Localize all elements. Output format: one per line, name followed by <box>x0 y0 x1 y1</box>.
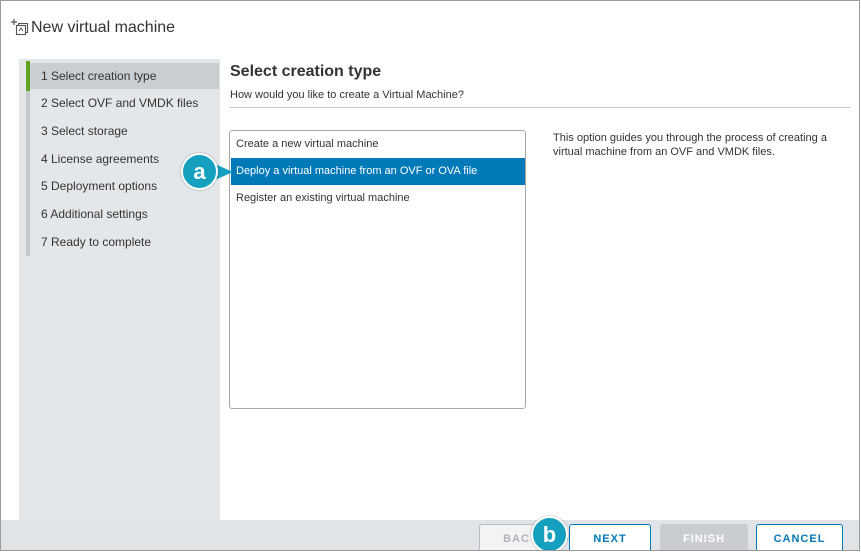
callout-a-pointer <box>215 164 233 180</box>
new-vm-icon <box>10 17 30 37</box>
page-subtitle: How would you like to create a Virtual M… <box>230 89 464 101</box>
new-vm-dialog: New virtual machine 1 Select creation ty… <box>0 0 860 551</box>
wizard-step-select-creation-type[interactable]: 1 Select creation type <box>30 63 219 89</box>
page-title: Select creation type <box>230 63 382 80</box>
wizard-step-ready-to-complete[interactable]: 7 Ready to complete <box>30 229 219 255</box>
option-description: This option guides you through the proce… <box>553 132 827 158</box>
option-create-new-vm[interactable]: Create a new virtual machine <box>231 131 525 158</box>
option-deploy-from-ovf[interactable]: Deploy a virtual machine from an OVF or … <box>231 158 525 185</box>
wizard-step-select-storage[interactable]: 3 Select storage <box>30 118 219 144</box>
callout-b-badge: b <box>531 516 568 550</box>
finish-button[interactable]: FINISH <box>660 524 748 550</box>
callout-a-badge: a <box>181 153 218 190</box>
next-button[interactable]: NEXT <box>569 524 651 550</box>
wizard-step-additional-settings[interactable]: 6 Additional settings <box>30 201 219 227</box>
wizard-step-select-ovf-vmdk[interactable]: 2 Select OVF and VMDK files <box>30 90 219 116</box>
option-register-existing-vm[interactable]: Register an existing virtual machine <box>231 185 525 212</box>
creation-type-list[interactable]: Create a new virtual machine Deploy a vi… <box>229 130 526 409</box>
title-bar: New virtual machine <box>1 1 859 57</box>
title-divider <box>230 107 850 108</box>
dialog-title: New virtual machine <box>31 19 176 36</box>
cancel-button[interactable]: CANCEL <box>756 524 843 550</box>
